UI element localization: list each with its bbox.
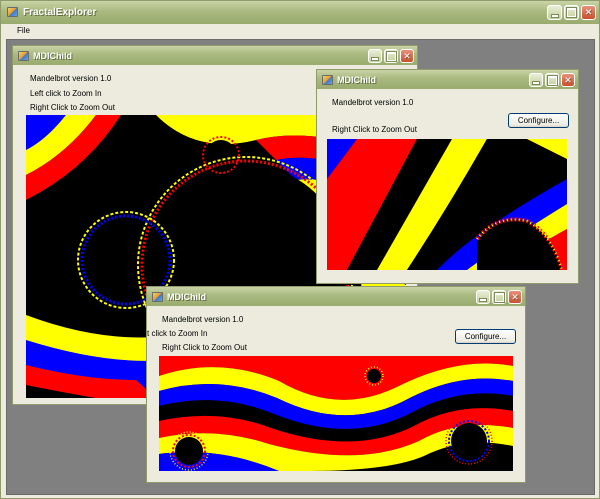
- fractal-canvas-3[interactable]: [159, 356, 513, 471]
- version-label: Mandelbrot version 1.0: [162, 315, 244, 324]
- configure-button[interactable]: Configure...: [508, 113, 569, 128]
- menubar: File: [1, 24, 599, 39]
- zoom-out-hint: Right Click to Zoom Out: [332, 125, 417, 134]
- app-icon: [7, 7, 18, 17]
- mdi-child-1-minimize-button[interactable]: [368, 49, 382, 63]
- mdi-child-window-2: MDIChild Mandelbrot version 1.0 Configur…: [316, 69, 579, 284]
- main-close-button[interactable]: [581, 5, 596, 20]
- version-label: Mandelbrot version 1.0: [30, 74, 112, 83]
- main-maximize-button[interactable]: [564, 5, 579, 20]
- mdi-child-2-maximize-button[interactable]: [545, 73, 559, 87]
- mdi-child-2-title: MDIChild: [337, 75, 376, 85]
- menu-file[interactable]: File: [17, 26, 30, 35]
- mdi-child-2-close-button[interactable]: [561, 73, 575, 87]
- zoom-in-hint: Left click to Zoom In: [30, 89, 102, 98]
- version-label: Mandelbrot version 1.0: [332, 98, 414, 107]
- mdi-child-3-title: MDIChild: [167, 292, 206, 302]
- mdi-child-2-minimize-button[interactable]: [529, 73, 543, 87]
- mdi-child-3-titlebar[interactable]: MDIChild: [147, 287, 525, 306]
- mdi-child-1-close-button[interactable]: [400, 49, 414, 63]
- zoom-out-hint: Right Click to Zoom Out: [30, 103, 115, 112]
- mdi-child-3-maximize-button[interactable]: [492, 290, 506, 304]
- zoom-in-hint: t click to Zoom In: [147, 329, 208, 338]
- mdi-child-window-3: MDIChild Mandelbrot version 1.0 t click …: [146, 286, 526, 483]
- mdi-child-1-titlebar[interactable]: MDIChild: [13, 46, 417, 65]
- zoom-out-hint: Right Click to Zoom Out: [162, 343, 247, 352]
- main-title: FractalExplorer: [23, 7, 97, 18]
- fractal-canvas-2[interactable]: [327, 139, 567, 270]
- mdi-child-3-minimize-button[interactable]: [476, 290, 490, 304]
- mdi-child-3-close-button[interactable]: [508, 290, 522, 304]
- mdi-child-1-title: MDIChild: [33, 51, 72, 61]
- main-titlebar[interactable]: FractalExplorer: [1, 1, 599, 24]
- app-icon: [322, 75, 333, 85]
- configure-button[interactable]: Configure...: [455, 329, 516, 344]
- mdi-child-2-titlebar[interactable]: MDIChild: [317, 70, 578, 89]
- main-minimize-button[interactable]: [547, 5, 562, 20]
- app-icon: [18, 51, 29, 61]
- mdi-child-1-maximize-button[interactable]: [384, 49, 398, 63]
- app-icon: [152, 292, 163, 302]
